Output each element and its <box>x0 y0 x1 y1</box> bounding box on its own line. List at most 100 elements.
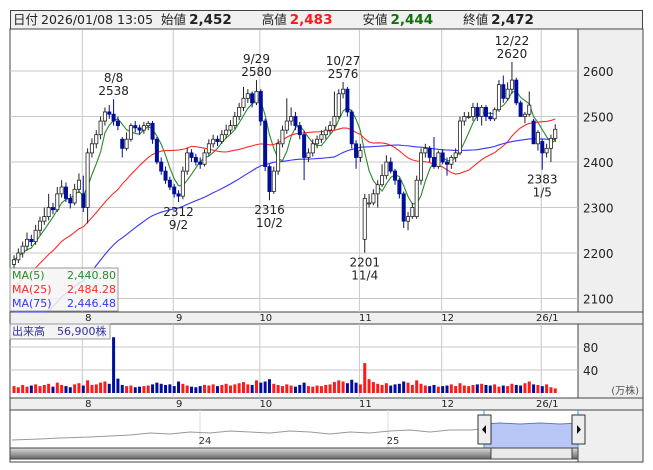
extreme-annotation-value: 2383 <box>527 173 558 187</box>
volume-bar <box>198 386 202 393</box>
candle-body <box>193 157 198 163</box>
extreme-annotation-date: 8/8 <box>104 71 123 85</box>
volume-bar <box>428 386 432 393</box>
candle-body <box>24 238 29 247</box>
candle-body <box>50 207 55 211</box>
volume-bar <box>90 384 94 393</box>
volume-bar <box>514 384 518 393</box>
volume-bar <box>527 381 531 393</box>
price-tick-label: 2100 <box>583 293 614 307</box>
volume-tick-label: 80 <box>583 341 598 355</box>
volume-bar <box>376 383 380 393</box>
navigator-right-handle[interactable] <box>571 414 586 445</box>
extreme-annotation-date: 10/2 <box>256 216 283 230</box>
volume-bar <box>501 385 505 393</box>
volume-bar <box>445 385 449 393</box>
candle-body <box>76 179 81 190</box>
candle-body <box>440 152 445 163</box>
candle-body <box>206 143 211 154</box>
volume-bar <box>480 383 484 393</box>
month-tick-label: 8 <box>85 313 91 324</box>
candle-body <box>89 143 94 154</box>
volume-bar <box>250 384 254 393</box>
candle-body <box>254 91 259 104</box>
volume-bar <box>181 383 185 393</box>
volume-tick-label: 40 <box>583 364 598 378</box>
candle-body <box>466 116 471 118</box>
volume-bar <box>94 384 98 393</box>
chart-svg: 8/8253823129/29/292580231610/210/2725762… <box>9 28 644 463</box>
candle-body <box>410 207 415 217</box>
candle-body <box>401 193 406 222</box>
candle-body <box>457 120 462 154</box>
extreme-annotation-value: 2620 <box>497 47 528 61</box>
candle-body <box>198 161 203 165</box>
navigator-right-panel <box>577 409 644 463</box>
candle-body <box>219 134 224 142</box>
volume-bar <box>519 385 523 393</box>
candle-body <box>258 91 263 122</box>
volume-bar <box>449 384 453 393</box>
candle-body <box>323 129 328 136</box>
volume-bar <box>68 387 72 393</box>
volume-bar <box>246 384 250 393</box>
navigator-year-label: 25 <box>387 436 400 447</box>
candle-body <box>172 186 177 195</box>
volume-bar <box>280 386 284 393</box>
volume-bar <box>168 384 172 393</box>
candle-body <box>393 170 398 181</box>
navigator-selection[interactable] <box>483 422 579 449</box>
volume-bar <box>116 378 120 393</box>
volume-legend: 出来高 56,900株 <box>9 323 111 340</box>
volume-bar <box>120 384 124 393</box>
candle-body <box>115 120 120 127</box>
candle-body <box>124 138 129 149</box>
volume-bar <box>12 386 16 393</box>
volume-bar <box>549 387 553 393</box>
candle-body <box>16 252 21 261</box>
volume-bar <box>298 384 302 393</box>
month-tick-label: 10 <box>259 313 272 324</box>
candle-body <box>128 125 133 140</box>
navigator-scrollbar-thumb[interactable] <box>490 447 573 460</box>
volume-bar <box>423 385 427 393</box>
volume-bar <box>484 384 488 393</box>
volume-unit: (万株) <box>611 384 639 397</box>
volume-bar <box>332 382 336 393</box>
candle-body <box>263 120 268 167</box>
volume-bar <box>341 381 345 393</box>
candle-body <box>414 179 419 217</box>
volume-bar <box>293 386 297 393</box>
extreme-annotation-value: 2580 <box>241 65 272 79</box>
volume-bar <box>42 384 46 393</box>
candle-body <box>72 188 77 204</box>
volume-bar <box>263 381 267 393</box>
extreme-annotation-date: 9/2 <box>169 218 188 232</box>
volume-bar <box>488 385 492 393</box>
candle-body <box>29 238 34 243</box>
volume-bar <box>371 382 375 393</box>
volume-bar <box>112 337 116 393</box>
candle-body <box>380 175 385 186</box>
price-tick-label: 2600 <box>583 65 614 79</box>
volume-bar <box>190 386 194 393</box>
volume-bar <box>311 386 315 393</box>
volume-bar <box>324 384 328 393</box>
extreme-annotation-value: 2576 <box>328 67 359 81</box>
candle-body <box>180 170 185 197</box>
volume-bar <box>129 385 133 393</box>
volume-value: 56,900株 <box>57 324 107 338</box>
navigator-left-handle[interactable] <box>477 414 492 445</box>
volume-bar <box>51 386 55 393</box>
candle-body <box>250 93 255 104</box>
candle-body <box>63 186 68 199</box>
extreme-annotation-date: 12/22 <box>495 34 530 48</box>
volume-bar <box>272 383 276 393</box>
volume-bar <box>415 380 419 393</box>
volume-bar <box>99 382 103 393</box>
volume-bar <box>60 384 64 393</box>
candle-body <box>444 161 449 165</box>
volume-bar <box>545 384 549 393</box>
volume-bar <box>285 384 289 393</box>
volume-bar <box>224 383 228 393</box>
